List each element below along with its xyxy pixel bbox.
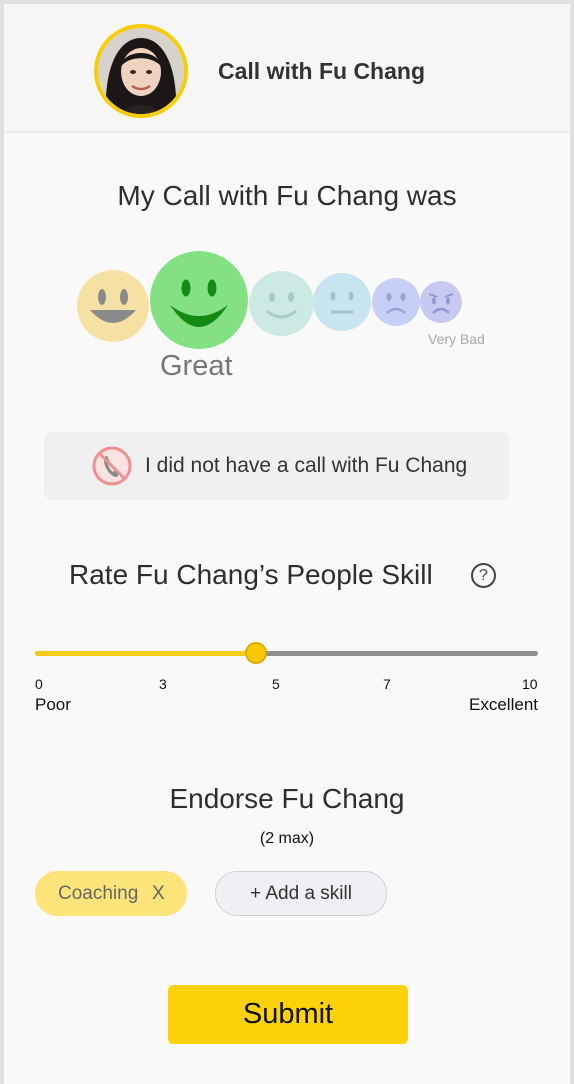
remove-skill-button[interactable]: X (152, 871, 165, 916)
app-frame: Call with Fu Chang My Call with Fu Chang… (4, 4, 570, 1084)
skill-chip-coaching: Coaching X (35, 871, 187, 916)
good-face-icon (249, 271, 314, 336)
bad-face-icon (372, 278, 420, 326)
slider-thumb[interactable] (245, 642, 267, 664)
people-skill-title: Rate Fu Chang’s People Skill (69, 559, 433, 590)
endorse-title: Endorse Fu Chang (169, 783, 405, 814)
slider-fill (35, 651, 256, 656)
no-call-button[interactable]: I did not have a call with Fu Chang (44, 432, 509, 500)
slider-tick: 5 (272, 676, 280, 692)
slider-min-label: Poor (35, 695, 71, 714)
header-title: Call with Fu Chang (218, 58, 425, 84)
face-very-bad-button[interactable] (420, 281, 462, 323)
add-skill-button[interactable]: + Add a skill (215, 871, 387, 916)
avatar (94, 24, 188, 118)
face-good-button[interactable] (249, 271, 314, 336)
people-skill-slider[interactable] (35, 642, 538, 664)
face-very-happy-button[interactable] (77, 270, 149, 342)
call-rating-question: My Call with Fu Chang was (117, 180, 457, 211)
face-great-button[interactable] (150, 251, 248, 349)
face-neutral-button[interactable] (313, 273, 371, 331)
help-icon[interactable]: ? (471, 563, 496, 588)
face-bad-button[interactable] (372, 278, 420, 326)
header: Call with Fu Chang (4, 4, 570, 133)
endorse-subtitle: (2 max) (259, 830, 315, 847)
very-bad-face-icon (420, 281, 462, 323)
no-phone-icon (92, 446, 132, 486)
slider-max-label: Excellent (469, 695, 538, 714)
slider-tick: 0 (35, 676, 43, 692)
selected-rating-label: Great (160, 350, 233, 382)
skill-chip-label: Coaching (58, 883, 139, 904)
great-face-icon (150, 251, 248, 349)
slider-tick: 7 (383, 676, 391, 692)
neutral-face-icon (313, 273, 371, 331)
slider-tick: 3 (159, 676, 167, 692)
slider-tick: 10 (522, 676, 538, 692)
submit-button[interactable]: Submit (168, 985, 408, 1044)
very-bad-label: Very Bad (428, 331, 485, 347)
no-call-label: I did not have a call with Fu Chang (145, 454, 468, 477)
very-happy-face-icon (77, 270, 149, 342)
